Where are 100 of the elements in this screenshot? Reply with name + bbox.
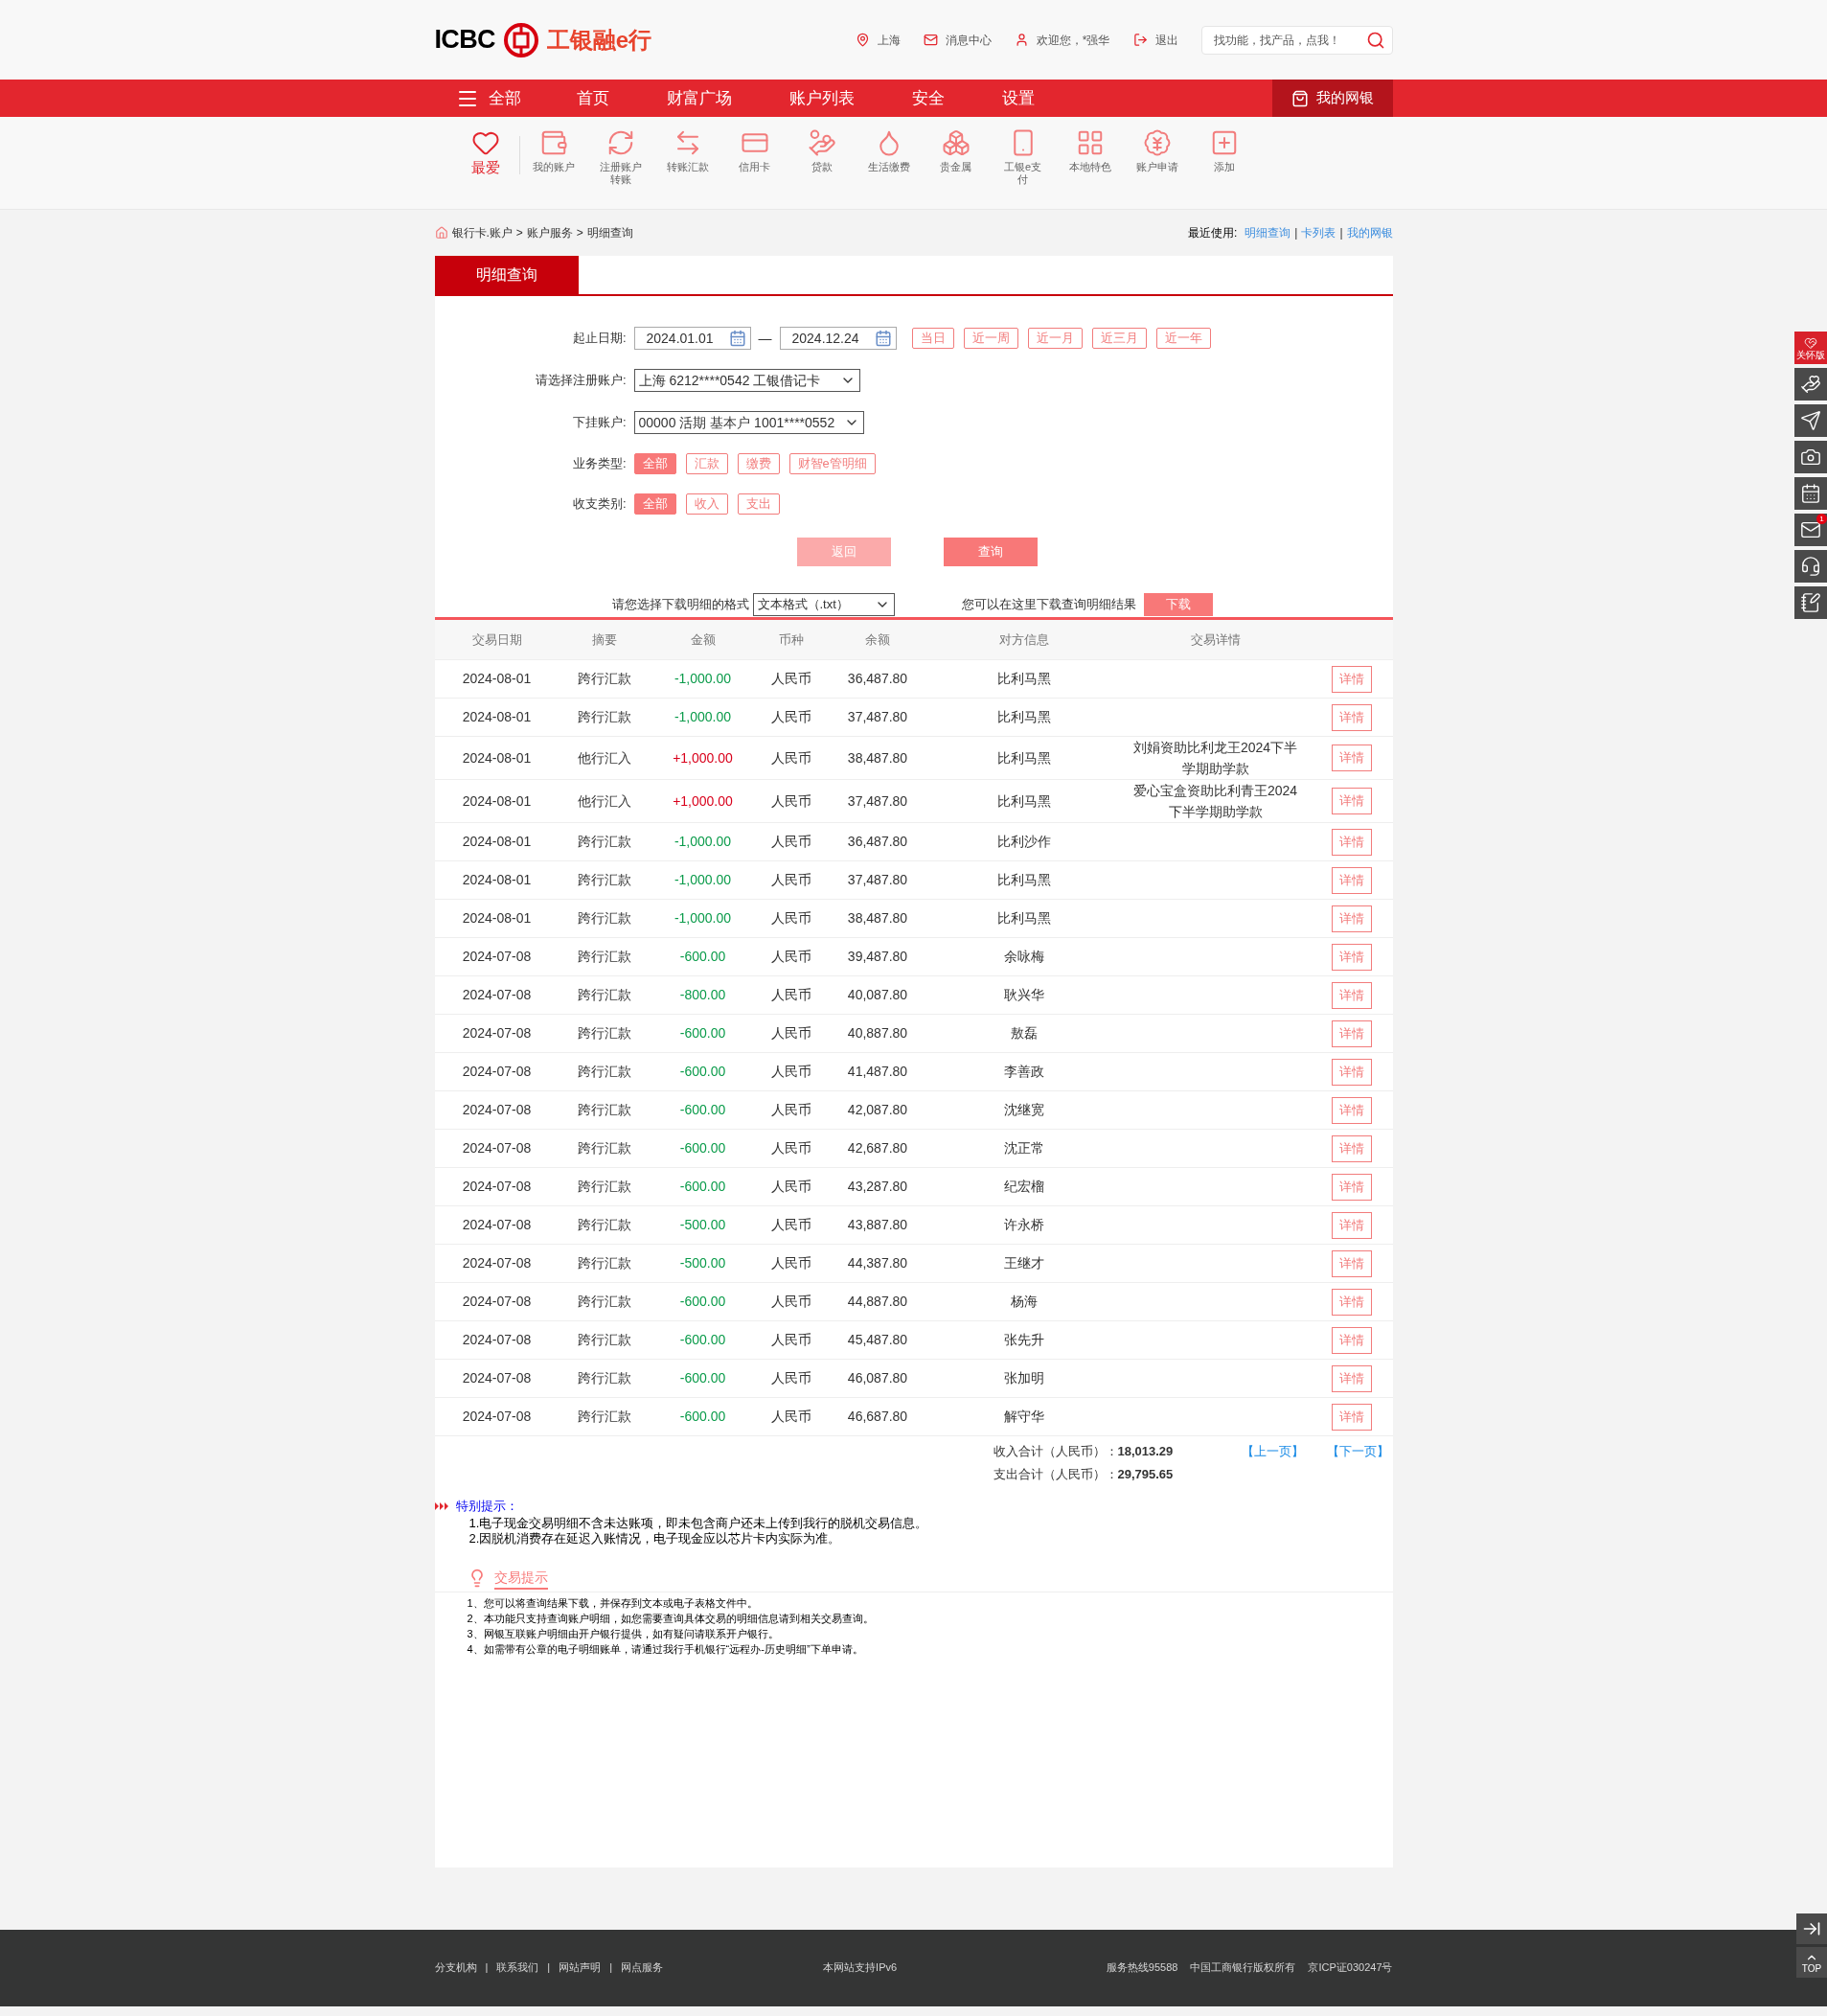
- detail-button[interactable]: 详情: [1332, 1249, 1372, 1277]
- shortcut-item[interactable]: 工银e支付: [989, 128, 1057, 186]
- recent-link[interactable]: 卡列表: [1301, 224, 1336, 241]
- footer-link[interactable]: 网点服务: [621, 1959, 664, 1976]
- detail-button[interactable]: 详情: [1332, 828, 1372, 856]
- shortcut-item[interactable]: 我的账户: [519, 128, 587, 173]
- filter-button[interactable]: 缴费: [737, 453, 780, 474]
- nav-item[interactable]: 账户列表: [788, 85, 855, 111]
- footer-link[interactable]: 联系我们: [496, 1959, 539, 1976]
- side-tool-button[interactable]: [1794, 477, 1827, 510]
- nav-item[interactable]: 全部: [488, 85, 521, 111]
- detail-button[interactable]: 详情: [1332, 905, 1372, 932]
- form-label: 起止日期:: [571, 330, 627, 348]
- calendar-icon[interactable]: [874, 330, 892, 347]
- side-tool-button[interactable]: [1794, 368, 1827, 401]
- detail-button[interactable]: 详情: [1332, 1019, 1372, 1047]
- my-bank-button[interactable]: 我的网银: [1271, 80, 1393, 117]
- header-link[interactable]: 上海: [855, 31, 901, 49]
- detail-button[interactable]: 详情: [1332, 943, 1372, 971]
- detail-button[interactable]: 详情: [1332, 981, 1372, 1009]
- logo-text: ICBC: [434, 24, 495, 57]
- filter-button[interactable]: 全部: [633, 493, 676, 515]
- date-field[interactable]: 2024.01.01: [633, 327, 751, 350]
- recent-link[interactable]: 明细查询: [1245, 224, 1291, 241]
- shortcut-item[interactable]: 本地特色: [1056, 128, 1124, 173]
- shortcut-item[interactable]: 贷款: [788, 128, 856, 173]
- calendar-icon[interactable]: [728, 330, 746, 347]
- nav-item[interactable]: 财富广场: [666, 85, 732, 111]
- sub-account-select[interactable]: 00000 活期 基本户 1001****0552: [633, 411, 864, 434]
- download-button[interactable]: 下载: [1143, 592, 1213, 616]
- side-tool-button[interactable]: [1794, 441, 1827, 473]
- detail-button[interactable]: 详情: [1332, 665, 1372, 693]
- detail-button[interactable]: 详情: [1332, 1364, 1372, 1392]
- footer-link[interactable]: 网站声明: [559, 1959, 602, 1976]
- recent-link[interactable]: 我的网银: [1346, 224, 1393, 241]
- detail-button[interactable]: 详情: [1332, 1326, 1372, 1354]
- table-cell-text: -600.00: [678, 1293, 727, 1311]
- breadcrumb-link[interactable]: 银行卡.账户: [451, 224, 513, 241]
- active-tab[interactable]: 明细查询: [434, 256, 579, 294]
- detail-button[interactable]: 详情: [1332, 1403, 1372, 1431]
- range-button[interactable]: 近一年: [1155, 328, 1211, 349]
- table-cell-text: 比利马黑: [995, 748, 1052, 767]
- detail-button[interactable]: 详情: [1332, 1288, 1372, 1316]
- header-link[interactable]: 退出: [1132, 31, 1178, 49]
- table-cell-text: 46,087.80: [846, 1369, 909, 1387]
- shortcut-item[interactable]: 生活缴费: [855, 128, 923, 173]
- nav-item[interactable]: 安全: [911, 85, 945, 111]
- collapse-button[interactable]: [1796, 1913, 1827, 1944]
- detail-button[interactable]: 详情: [1332, 1211, 1372, 1239]
- detail-button[interactable]: 详情: [1332, 788, 1372, 814]
- side-tool-button[interactable]: 1: [1794, 514, 1827, 546]
- range-button[interactable]: 近三月: [1091, 328, 1147, 349]
- nav-item[interactable]: 首页: [576, 85, 609, 111]
- table-cell-text: 2024-08-01: [461, 833, 533, 851]
- range-button[interactable]: 近一周: [963, 328, 1018, 349]
- detail-button[interactable]: 详情: [1332, 866, 1372, 894]
- table-cell-text: -600.00: [678, 1024, 727, 1042]
- detail-button[interactable]: 详情: [1332, 1096, 1372, 1124]
- breadcrumb-link[interactable]: 明细查询: [586, 224, 633, 241]
- shortcut-item[interactable]: 添加: [1190, 128, 1258, 173]
- detail-button[interactable]: 详情: [1332, 745, 1372, 771]
- detail-button[interactable]: 详情: [1332, 1173, 1372, 1201]
- table-cell-text: 跨行汇款: [577, 986, 632, 1004]
- header-link[interactable]: 消息中心: [923, 31, 992, 49]
- side-tool-button[interactable]: [1794, 550, 1827, 583]
- shortcut-item[interactable]: 转账汇款: [653, 128, 721, 173]
- table-cell-text: 2024-08-01: [461, 708, 533, 726]
- pager-link[interactable]: 【下一页】: [1326, 1442, 1389, 1461]
- side-tool-button[interactable]: [1794, 404, 1827, 437]
- query-button[interactable]: 查询: [943, 538, 1038, 566]
- shortcut-item[interactable]: 信用卡: [720, 128, 788, 173]
- breadcrumb-link[interactable]: 账户服务: [526, 224, 573, 241]
- header-link[interactable]: 欢迎您，*强华: [1014, 31, 1110, 49]
- footer-link[interactable]: 分支机构: [434, 1959, 477, 1976]
- table-cell-text: 2024-07-08: [461, 1063, 533, 1081]
- pager-link[interactable]: 【上一页】: [1241, 1442, 1304, 1461]
- filter-button[interactable]: 汇款: [685, 453, 728, 474]
- side-tool-button[interactable]: [1794, 586, 1827, 619]
- shortcut-item[interactable]: 贵金属: [922, 128, 990, 173]
- filter-button[interactable]: 全部: [633, 453, 676, 474]
- format-select[interactable]: 文本格式（.txt）: [752, 592, 895, 616]
- range-button[interactable]: 近一月: [1027, 328, 1083, 349]
- range-button[interactable]: 当日: [911, 328, 954, 349]
- shortcut-item[interactable]: 注册账户转账: [586, 128, 654, 186]
- detail-button[interactable]: 详情: [1332, 1134, 1372, 1162]
- detail-button[interactable]: 详情: [1332, 1058, 1372, 1086]
- back-to-top-button[interactable]: TOP: [1796, 1947, 1827, 1978]
- nav-item[interactable]: 设置: [1001, 85, 1035, 111]
- filter-button[interactable]: 财智e管明细: [788, 453, 876, 474]
- filter-button[interactable]: 支出: [737, 493, 780, 515]
- shortcut-item[interactable]: 最爱: [451, 128, 519, 173]
- account-select[interactable]: 上海 6212****0542 工银借记卡: [633, 369, 860, 392]
- search-field[interactable]: 找功能，找产品，点我！: [1200, 25, 1393, 55]
- search-icon[interactable]: [1365, 30, 1385, 50]
- side-tool-button[interactable]: 关怀版: [1794, 332, 1827, 364]
- shortcut-item[interactable]: 账户申请: [1123, 128, 1191, 173]
- table-cell-text: 人民币: [770, 1139, 812, 1157]
- date-field[interactable]: 2024.12.24: [779, 327, 897, 350]
- filter-button[interactable]: 收入: [685, 493, 728, 515]
- detail-button[interactable]: 详情: [1332, 703, 1372, 731]
